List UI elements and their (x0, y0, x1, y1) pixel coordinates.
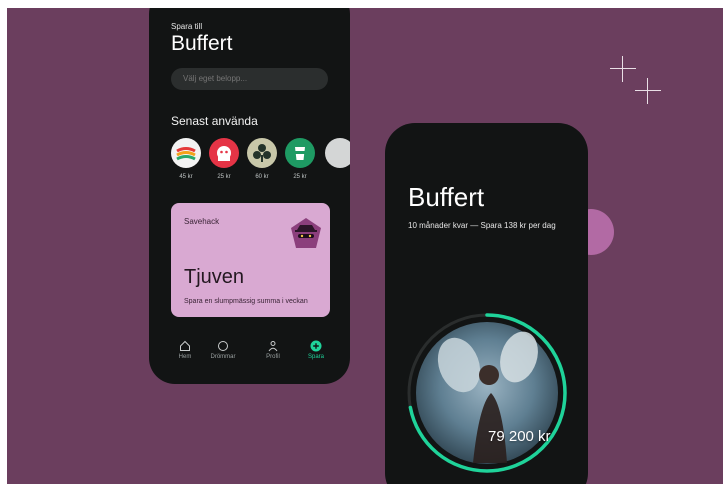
goal-title: Buffert (171, 32, 233, 55)
goal-amount: 79 200 kr (488, 428, 551, 445)
mascot-icon (217, 146, 231, 161)
nav-label: Spara (307, 354, 324, 360)
save-to-label: Spara till (171, 22, 203, 31)
recent-chip-4[interactable] (285, 138, 315, 168)
recent-price: 45 kr (179, 174, 193, 180)
goal-progress-ring (407, 313, 567, 473)
phone-goal-screen: Buffert 10 månader kvar — Spara 138 kr p… (385, 123, 588, 484)
nav-label: Drömmar (210, 354, 236, 360)
plus-circle-icon (310, 340, 322, 352)
custom-amount-input[interactable] (171, 68, 328, 90)
striped-logo-icon (176, 147, 196, 161)
cup-icon (295, 147, 305, 160)
savehack-title: Tjuven (184, 266, 245, 288)
nav-item-save[interactable]: Spara (298, 340, 334, 360)
nav-label: Profil (266, 354, 280, 360)
bottom-nav: Hem Drömmar Profil Spara (171, 340, 330, 370)
sparkle-icon (635, 78, 661, 104)
recent-chip-1[interactable] (171, 138, 201, 168)
background-stage: Spara till Buffert Senast använda 45 kr (7, 8, 723, 484)
savehack-card[interactable]: Savehack Tjuven Spara en slumpmässig sum… (171, 203, 330, 317)
recent-price: 25 kr (293, 174, 307, 180)
thief-icon (291, 218, 321, 248)
clover-icon (253, 144, 271, 162)
circle-icon (218, 341, 228, 351)
recent-section-title: Senast använda (171, 114, 258, 128)
recent-chip-5[interactable] (325, 138, 350, 168)
recent-chip-2[interactable] (209, 138, 239, 168)
recent-amount-list: 45 kr 25 kr 60 kr 25 kr (171, 138, 350, 188)
savehack-description: Spara en slumpmässig summa i veckan (184, 298, 308, 305)
savehack-kicker: Savehack (184, 217, 220, 226)
recent-price: 25 kr (217, 174, 231, 180)
nav-label: Hem (178, 354, 192, 360)
person-icon (268, 341, 278, 352)
home-icon (180, 340, 190, 351)
goal-title: Buffert (408, 182, 485, 212)
recent-price: 60 kr (255, 174, 269, 180)
nav-item-profile[interactable]: Profil (255, 340, 291, 360)
goal-subtitle: 10 månader kvar — Spara 138 kr per dag (408, 221, 556, 230)
nav-item-dreams[interactable]: Drömmar (205, 340, 241, 360)
sparkle-icon (610, 56, 636, 82)
recent-chip-3[interactable] (247, 138, 277, 168)
phone-save-screen: Spara till Buffert Senast använda 45 kr (149, 8, 350, 384)
nav-item-home[interactable]: Hem (167, 340, 203, 360)
person-head-icon (479, 365, 499, 385)
